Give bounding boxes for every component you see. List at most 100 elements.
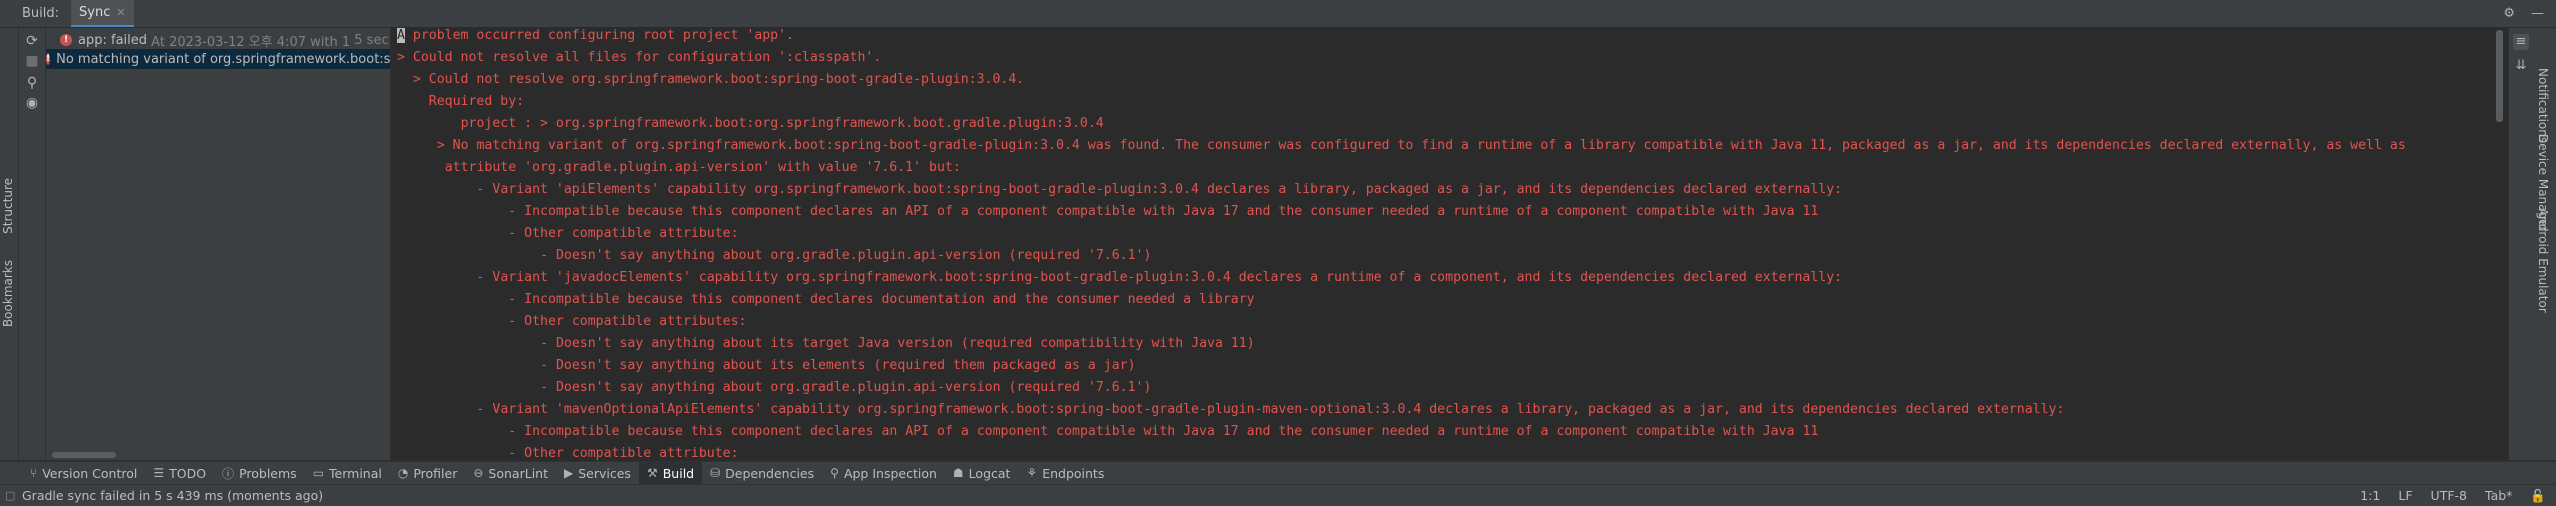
console-line: - Incompatible because this component de… xyxy=(508,424,1819,439)
file-encoding[interactable]: UTF-8 xyxy=(2431,488,2467,503)
build-output-console[interactable]: A problem occurred configuring root proj… xyxy=(391,28,2507,460)
tab-endpoints[interactable]: ⚘ Endpoints xyxy=(1018,462,1112,484)
profiler-icon: ◔ xyxy=(397,466,409,480)
version-control-icon: ⑂ xyxy=(30,466,38,480)
console-line: - Doesn't say anything about org.gradle.… xyxy=(540,248,1152,263)
vertical-scrollbar[interactable] xyxy=(2496,30,2503,122)
error-icon: ! xyxy=(46,53,51,65)
tree-child-row[interactable]: ! No matching variant of org.springframe… xyxy=(46,49,390,69)
tab-label: Version Control xyxy=(42,465,138,481)
tab-label: Endpoints xyxy=(1042,465,1105,481)
tab-sync-label: Sync xyxy=(79,5,111,20)
app-inspection-icon: ⚲ xyxy=(830,466,839,480)
text-cursor: A xyxy=(397,28,405,43)
tab-label: Services xyxy=(578,465,631,481)
services-icon: ▶ xyxy=(564,466,574,480)
console-line: - Doesn't say anything about its target … xyxy=(540,336,1255,351)
tab-dependencies[interactable]: ⛁ Dependencies xyxy=(702,462,822,484)
tool-window-bar: ⑂ Version Control ☰ TODO ⓘ Problems ▭ Terminal ◔… xyxy=(0,461,2556,484)
build-toolbar: Build: Sync ✕ ⚙ — xyxy=(0,0,2556,28)
tab-todo[interactable]: ☰ TODO xyxy=(145,462,214,484)
tab-sync[interactable]: Sync ✕ xyxy=(71,0,134,27)
right-tool-strip: Notifications Device Manager Android Emu… xyxy=(2533,28,2556,460)
soft-wrap-icon[interactable]: ≡ xyxy=(2513,34,2529,50)
scroll-to-end-icon[interactable]: ⇊ xyxy=(2513,58,2529,74)
tab-services[interactable]: ▶ Services xyxy=(556,462,639,484)
terminal-icon: ▭ xyxy=(312,466,325,480)
layout-icon[interactable]: ▢ xyxy=(5,489,15,502)
tree-root-row[interactable]: ! app: failed At 2023-03-12 오후 4:07 with… xyxy=(60,30,391,50)
dependencies-icon: ⛁ xyxy=(710,466,721,480)
tab-sonarlint[interactable]: ⊖ SonarLint xyxy=(465,462,556,484)
tab-label: Profiler xyxy=(413,465,458,481)
console-line: - Other compatible attribute: xyxy=(508,226,739,241)
console-line: > Could not resolve all files for config… xyxy=(397,50,882,65)
console-line: > Could not resolve org.springframework.… xyxy=(412,72,1025,87)
logcat-icon: ☗ xyxy=(952,466,964,480)
console-line: - Incompatible because this component de… xyxy=(508,204,1819,219)
build-icon: ⚒ xyxy=(646,466,658,480)
lock-icon[interactable]: 🔓 xyxy=(2530,488,2546,504)
android-emulator-tool-button[interactable]: Android Emulator xyxy=(2536,208,2550,313)
tab-build[interactable]: ⚒ Build xyxy=(638,462,703,484)
endpoints-icon: ⚘ xyxy=(1026,466,1038,480)
structure-tool-button[interactable]: Structure xyxy=(1,178,15,234)
stop-icon[interactable]: ■ xyxy=(23,52,41,70)
minimize-icon[interactable]: — xyxy=(2531,6,2544,21)
build-tree: ! app: failed At 2023-03-12 오후 4:07 with… xyxy=(46,28,391,460)
tree-root-status: failed xyxy=(111,32,148,48)
console-line: A problem occurred configuring root proj… xyxy=(397,28,794,43)
close-icon[interactable]: ✕ xyxy=(116,6,125,19)
sonarlint-icon: ⊖ xyxy=(473,466,484,480)
indent-setting[interactable]: Tab* xyxy=(2485,488,2512,503)
line-ending[interactable]: LF xyxy=(2398,488,2412,503)
tab-label: Problems xyxy=(239,465,297,481)
todo-icon: ☰ xyxy=(153,466,165,480)
status-message[interactable]: Gradle sync failed in 5 s 439 ms (moment… xyxy=(22,488,323,503)
sync-icon[interactable]: ⟳ xyxy=(23,32,41,50)
console-actions-column: ≡ ⇊ xyxy=(2508,28,2533,460)
console-line: - Doesn't say anything about org.gradle.… xyxy=(540,380,1152,395)
status-bar: ▢ Gradle sync failed in 5 s 439 ms (mome… xyxy=(0,484,2556,506)
console-line: project : > org.springframework.boot:org… xyxy=(460,116,1104,131)
tree-root-duration: 5 sec, 552 ms xyxy=(354,32,391,48)
console-line: attribute 'org.gradle.plugin.api-version… xyxy=(444,160,961,175)
pin-icon[interactable]: ⚲ xyxy=(23,74,41,92)
tab-label: TODO xyxy=(169,465,207,481)
tree-root-meta: At 2023-03-12 오후 4:07 with 1 xyxy=(151,34,351,50)
tab-version-control[interactable]: ⑂ Version Control xyxy=(22,462,145,484)
bookmarks-tool-button[interactable]: Bookmarks xyxy=(1,260,15,327)
console-line: > No matching variant of org.springframe… xyxy=(436,138,2406,153)
tab-label: SonarLint xyxy=(488,465,548,481)
console-line: - Variant 'mavenOptionalApiElements' cap… xyxy=(476,402,2065,417)
eye-icon[interactable]: ◉ xyxy=(23,94,41,112)
tab-problems[interactable]: ⓘ Problems xyxy=(214,462,305,484)
tab-profiler[interactable]: ◔ Profiler xyxy=(390,462,466,484)
left-tool-strip: Structure Bookmarks xyxy=(0,28,19,460)
tab-app-inspection[interactable]: ⚲ App Inspection xyxy=(822,462,945,484)
console-line: Required by: xyxy=(428,94,525,109)
tab-label: Dependencies xyxy=(725,465,815,481)
tree-child-label: No matching variant of org.springframewo… xyxy=(56,51,391,67)
tab-terminal[interactable]: ▭ Terminal xyxy=(305,462,390,484)
tab-label: Terminal xyxy=(329,465,382,481)
tree-root-name: app: xyxy=(78,32,107,48)
tab-label: Build xyxy=(662,465,695,481)
build-label: Build: xyxy=(22,6,60,21)
console-line: - Doesn't say anything about its element… xyxy=(540,358,1136,373)
build-actions-column: ⟳ ■ ⚲ ◉ xyxy=(19,28,46,460)
tab-label: Logcat xyxy=(968,465,1011,481)
notifications-tool-button[interactable]: Notifications xyxy=(2536,68,2550,143)
console-line: - Incompatible because this component de… xyxy=(508,292,1255,307)
tab-label: App Inspection xyxy=(843,465,937,481)
console-line: - Variant 'javadocElements' capability o… xyxy=(476,270,1843,285)
error-icon: ! xyxy=(60,34,72,46)
problems-icon: ⓘ xyxy=(222,466,235,481)
tab-logcat[interactable]: ☗ Logcat xyxy=(945,462,1019,484)
console-line: - Variant 'apiElements' capability org.s… xyxy=(476,182,1843,197)
horizontal-scrollbar[interactable] xyxy=(52,452,116,458)
gear-icon[interactable]: ⚙ xyxy=(2503,6,2515,21)
caret-position[interactable]: 1:1 xyxy=(2360,488,2380,503)
console-line: - Other compatible attribute: xyxy=(508,446,739,460)
console-line: - Other compatible attributes: xyxy=(508,314,747,329)
